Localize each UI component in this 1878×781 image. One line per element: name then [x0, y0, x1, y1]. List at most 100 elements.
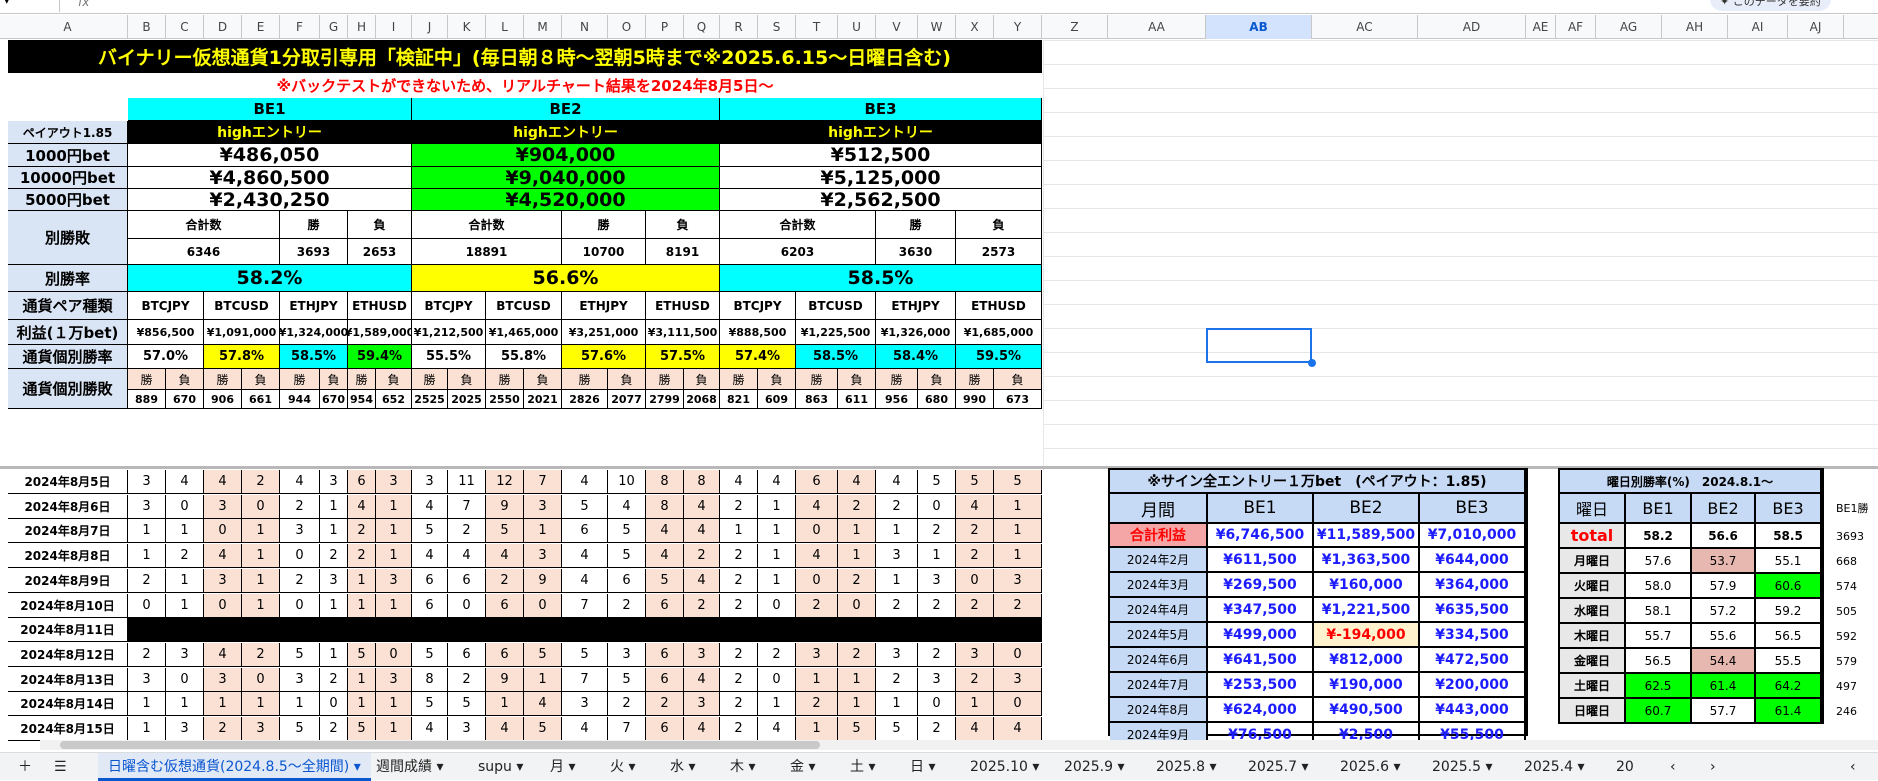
- column-header-ae[interactable]: AE: [1526, 15, 1556, 39]
- column-header-e[interactable]: E: [242, 15, 280, 39]
- column-header-f[interactable]: F: [280, 15, 320, 39]
- tab-menu-icon[interactable]: ▾: [1113, 759, 1124, 775]
- sheet-tab[interactable]: 土 ▾: [840, 753, 885, 781]
- column-header-ac[interactable]: AC: [1312, 15, 1418, 39]
- pair-win-label: 勝: [796, 369, 838, 390]
- panel2-day: 火曜日: [1560, 574, 1626, 599]
- sheet-tab[interactable]: 水 ▾: [660, 753, 705, 781]
- sheet-tab[interactable]: 2025.8 ▾: [1146, 753, 1226, 781]
- column-header-x[interactable]: X: [956, 15, 994, 39]
- tab-menu-icon[interactable]: ▾: [512, 759, 523, 775]
- column-header-k[interactable]: K: [448, 15, 486, 39]
- column-header-n[interactable]: N: [562, 15, 608, 39]
- panel2-value: 55.1: [1756, 549, 1822, 574]
- column-header-t[interactable]: T: [796, 15, 838, 39]
- column-header-q[interactable]: Q: [684, 15, 720, 39]
- column-header-ah[interactable]: AH: [1662, 15, 1728, 39]
- summarize-button[interactable]: ✦ このデータを要約: [1710, 0, 1831, 11]
- tab-menu-icon[interactable]: ▾: [564, 759, 575, 775]
- tab-menu-icon[interactable]: ▾: [1205, 759, 1216, 775]
- column-header-v[interactable]: V: [876, 15, 918, 39]
- day-value: 2: [486, 568, 524, 593]
- tab-menu-icon[interactable]: ▾: [804, 759, 815, 775]
- sheet-tab[interactable]: 2025.10 ▾: [960, 753, 1049, 781]
- tab-prev-icon[interactable]: ‹: [1660, 753, 1686, 781]
- sheet-tab[interactable]: 金 ▾: [780, 753, 825, 781]
- tab-menu-icon[interactable]: ▾: [924, 759, 935, 775]
- column-header-d[interactable]: D: [204, 15, 242, 39]
- tab-menu-icon[interactable]: ▾: [1573, 759, 1584, 775]
- column-header-z[interactable]: Z: [1042, 15, 1108, 39]
- day-value: 2: [448, 667, 486, 692]
- tab-menu-icon[interactable]: ▾: [1297, 759, 1308, 775]
- sheet-tab[interactable]: 20: [1606, 753, 1644, 781]
- tab-menu-icon[interactable]: ▾: [684, 759, 695, 775]
- column-header-ag[interactable]: AG: [1596, 15, 1662, 39]
- tab-menu-icon[interactable]: ▾: [624, 759, 635, 775]
- column-header-aa[interactable]: AA: [1108, 15, 1206, 39]
- sheet-tab[interactable]: 2025.9 ▾: [1054, 753, 1134, 781]
- day-value: 1: [994, 544, 1042, 569]
- panel2-value: 55.7: [1626, 624, 1692, 649]
- sheet-tab[interactable]: 週間成績 ▾: [366, 753, 453, 781]
- group-header: BE3: [720, 98, 1042, 121]
- column-header-w[interactable]: W: [918, 15, 956, 39]
- column-header-h[interactable]: H: [348, 15, 376, 39]
- column-header-m[interactable]: M: [524, 15, 562, 39]
- sheet-tab[interactable]: 火 ▾: [600, 753, 645, 781]
- tab-menu-icon[interactable]: ▾: [864, 759, 875, 775]
- tab-menu-icon[interactable]: ▾: [1481, 759, 1492, 775]
- sheet-tab[interactable]: 2025.5 ▾: [1422, 753, 1502, 781]
- day-value: 3: [562, 692, 608, 717]
- tab-menu-icon[interactable]: ▾: [349, 759, 361, 775]
- column-header-a[interactable]: A: [8, 15, 128, 39]
- column-header-l[interactable]: L: [486, 15, 524, 39]
- day-value: 0: [242, 494, 280, 519]
- sheet-tab[interactable]: 日 ▾: [900, 753, 945, 781]
- column-header-y[interactable]: Y: [994, 15, 1042, 39]
- tab-next-icon[interactable]: ›: [1700, 753, 1726, 781]
- sheet-tab[interactable]: 2025.6 ▾: [1330, 753, 1410, 781]
- pair-name: BTCUSD: [486, 292, 562, 320]
- sheet-tab[interactable]: supu ▾: [468, 753, 533, 781]
- day-value: 5: [608, 544, 646, 569]
- sheet-tab-label: 2025.8: [1156, 759, 1205, 775]
- column-header-g[interactable]: G: [320, 15, 348, 39]
- panel1-head: 月間: [1110, 494, 1208, 524]
- column-header-ad[interactable]: AD: [1418, 15, 1526, 39]
- column-header-p[interactable]: P: [646, 15, 684, 39]
- tab-menu-icon[interactable]: ▾: [744, 759, 755, 775]
- column-header-o[interactable]: O: [608, 15, 646, 39]
- panel1-value: ¥443,000: [1420, 698, 1526, 723]
- empty-cell-grid[interactable]: [1043, 40, 1878, 470]
- all-sheets-icon[interactable]: ☰: [44, 753, 77, 781]
- side-panel-icon[interactable]: ‹: [1840, 753, 1866, 781]
- column-header-r[interactable]: R: [720, 15, 758, 39]
- column-header-j[interactable]: J: [412, 15, 448, 39]
- column-header-ai[interactable]: AI: [1728, 15, 1788, 39]
- add-sheet-icon[interactable]: ＋: [8, 753, 42, 781]
- tab-menu-icon[interactable]: ▾: [1028, 759, 1039, 775]
- name-box[interactable]: ▾: [0, 0, 60, 12]
- tab-menu-icon[interactable]: ▾: [432, 759, 443, 775]
- column-header-b[interactable]: B: [128, 15, 166, 39]
- scroll-thumb[interactable]: [60, 741, 820, 749]
- tab-menu-icon[interactable]: ▾: [1389, 759, 1400, 775]
- column-header-i[interactable]: I: [376, 15, 412, 39]
- column-header-aj[interactable]: AJ: [1788, 15, 1844, 39]
- sheet-tab[interactable]: 2025.7 ▾: [1238, 753, 1318, 781]
- column-header-ab[interactable]: AB: [1206, 15, 1312, 39]
- column-header-u[interactable]: U: [838, 15, 876, 39]
- sheet-tab[interactable]: 木 ▾: [720, 753, 765, 781]
- sheet-tab[interactable]: 月 ▾: [540, 753, 585, 781]
- sheet-tab[interactable]: 日曜含む仮想通貨(2024.8.5〜全期間) ▾: [98, 753, 371, 781]
- column-header-s[interactable]: S: [758, 15, 796, 39]
- fill-handle[interactable]: [1308, 359, 1316, 367]
- selected-cell[interactable]: [1206, 328, 1312, 363]
- column-header-c[interactable]: C: [166, 15, 204, 39]
- column-header-af[interactable]: AF: [1556, 15, 1596, 39]
- panel1-month: 2024年6月: [1110, 648, 1208, 673]
- panel2-value: 54.4: [1692, 649, 1756, 674]
- horizontal-scrollbar[interactable]: [40, 740, 1878, 750]
- sheet-tab[interactable]: 2025.4 ▾: [1514, 753, 1594, 781]
